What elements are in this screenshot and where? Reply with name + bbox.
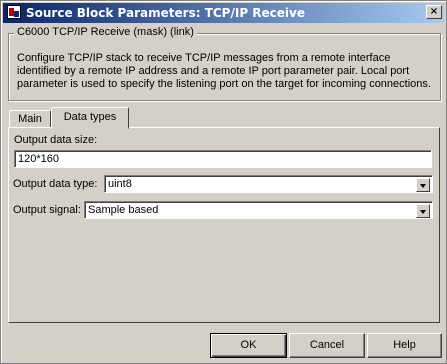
mask-description-group: C6000 TCP/IP Receive (mask) (link) Confi… — [8, 26, 441, 101]
output-signal-label: Output signal: — [13, 204, 81, 216]
output-signal-select[interactable]: Sample based — [84, 201, 433, 219]
dialog-window: Source Block Parameters: TCP/IP Receive … — [0, 0, 447, 364]
output-data-type-value: uint8 — [108, 178, 132, 190]
close-button[interactable]: × — [426, 5, 442, 19]
ok-button[interactable]: OK — [210, 333, 287, 358]
window-title: Source Block Parameters: TCP/IP Receive — [26, 6, 306, 20]
block-description: Configure TCP/IP stack to receive TCP/IP… — [17, 52, 431, 90]
output-data-type-label: Output data type: — [13, 178, 98, 190]
tab-main[interactable]: Main — [9, 110, 51, 128]
group-title: C6000 TCP/IP Receive (mask) (link) — [14, 26, 197, 38]
cancel-button[interactable]: Cancel — [289, 333, 365, 358]
tab-data-types[interactable]: Data types — [51, 107, 129, 129]
simulink-block-icon — [7, 5, 21, 19]
output-data-size-label: Output data size: — [14, 134, 98, 146]
help-button[interactable]: Help — [367, 333, 442, 358]
chevron-down-icon[interactable] — [416, 178, 430, 192]
output-data-size-input[interactable]: 120*160 — [14, 150, 432, 168]
title-bar[interactable]: Source Block Parameters: TCP/IP Receive … — [3, 3, 444, 23]
output-data-type-select[interactable]: uint8 — [104, 175, 433, 193]
output-signal-value: Sample based — [88, 204, 159, 216]
chevron-down-icon[interactable] — [416, 204, 430, 218]
